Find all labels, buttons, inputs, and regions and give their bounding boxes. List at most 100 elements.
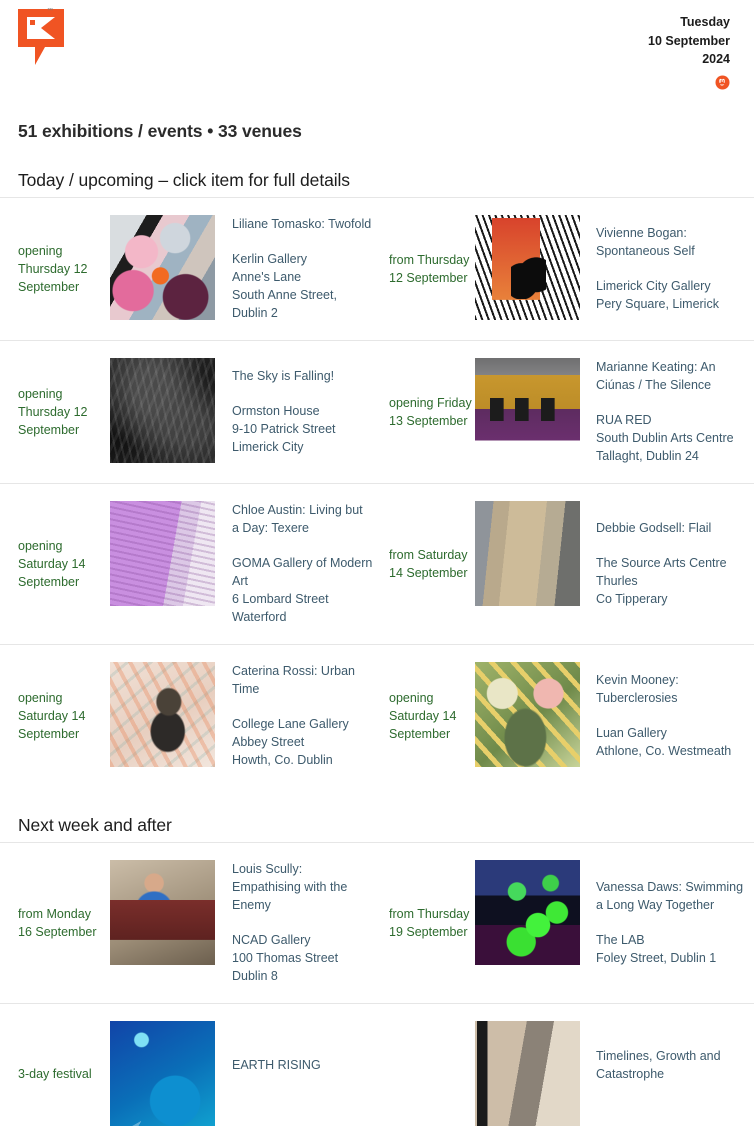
table-row: opening Thursday 12 September Liliane To… <box>0 197 754 340</box>
event-thumbnail[interactable] <box>110 1021 215 1126</box>
event-details: Timelines, Growth and Catastrophe <box>596 1047 746 1100</box>
event-thumbnail[interactable] <box>110 662 215 767</box>
event-date-line: opening <box>18 538 63 553</box>
event-title: Marianne Keating: An Ciúnas / The Silenc… <box>596 360 716 392</box>
event-card[interactable]: from Thursday 12 September Vivienne Boga… <box>377 197 754 340</box>
artwork-image <box>475 501 580 606</box>
section-heading-today: Today / upcoming – click item for full d… <box>18 170 350 190</box>
date-weekday: Tuesday <box>680 15 730 29</box>
event-card[interactable]: Timelines, Growth and Catastrophe <box>377 1003 754 1144</box>
event-date: opening Thursday 12 September <box>18 385 110 439</box>
event-venue: GOMA Gallery of Modern Art 6 Lombard Str… <box>232 554 373 626</box>
venue-line: Dublin 8 <box>232 969 278 983</box>
event-thumbnail[interactable] <box>110 501 215 606</box>
page-root: ™ Tuesday 10 September 2024 51 exhibitio… <box>0 0 754 1144</box>
event-thumbnail[interactable] <box>475 501 580 606</box>
event-details: Louis Scully: Empathising with the Enemy… <box>232 860 373 985</box>
event-card[interactable]: from Monday 16 September Louis Scully: E… <box>0 842 377 1003</box>
kunstpunkt-logo[interactable] <box>18 9 64 65</box>
event-title: Vanessa Daws: Swimming a Long Way Togeth… <box>596 880 744 912</box>
event-date-line: 14 September <box>389 565 468 580</box>
event-card[interactable]: from Saturday 14 September Debbie Godsel… <box>377 483 754 644</box>
event-details: Caterina Rossi: Urban Time College Lane … <box>232 662 373 769</box>
event-date-line: Thursday 12 <box>18 261 88 276</box>
venue-line: Kerlin Gallery <box>232 252 308 266</box>
event-details: Vanessa Daws: Swimming a Long Way Togeth… <box>596 878 746 967</box>
venue-line: Howth, Co. Dublin <box>232 753 333 767</box>
event-card[interactable]: 3-day festival EARTH RISING <box>0 1003 377 1144</box>
venue-line: NCAD Gallery <box>232 933 311 947</box>
date-year: 2024 <box>702 52 730 66</box>
today-list: opening Thursday 12 September Liliane To… <box>0 197 754 787</box>
event-card[interactable]: opening Saturday 14 September Chloe Aust… <box>0 483 377 644</box>
event-date-line: opening <box>389 690 434 705</box>
venue-line: Athlone, Co. Westmeath <box>596 744 732 758</box>
event-title: Chloe Austin: Living but a Day: Texere <box>232 503 363 535</box>
venue-line: College Lane Gallery <box>232 717 349 731</box>
event-title: Liliane Tomasko: Twofold <box>232 217 372 231</box>
artwork-image <box>110 215 215 320</box>
next-week-list: from Monday 16 September Louis Scully: E… <box>0 842 754 1144</box>
event-details: Chloe Austin: Living but a Day: Texere G… <box>232 501 373 626</box>
venue-line: The LAB <box>596 933 645 947</box>
event-card[interactable]: opening Thursday 12 September Liliane To… <box>0 197 377 340</box>
event-date-line: September <box>389 726 451 741</box>
event-thumbnail[interactable] <box>475 860 580 965</box>
venue-line: South Dublin Arts Centre <box>596 431 734 445</box>
event-details: Marianne Keating: An Ciúnas / The Silenc… <box>596 358 746 465</box>
event-thumbnail[interactable] <box>475 662 580 767</box>
event-title: Kevin Mooney: Tuberclerosies <box>596 673 679 705</box>
event-venue: Limerick City Gallery Pery Square, Limer… <box>596 277 746 313</box>
event-thumbnail[interactable] <box>475 358 580 463</box>
event-date-line: opening <box>18 386 63 401</box>
event-card[interactable]: from Thursday 19 September Vanessa Daws:… <box>377 842 754 1003</box>
event-title: Vivienne Bogan: Spontaneous Self <box>596 226 695 258</box>
event-date-line: September <box>18 574 80 589</box>
event-thumbnail[interactable] <box>110 358 215 463</box>
event-date: from Saturday 14 September <box>389 546 475 582</box>
event-thumbnail[interactable] <box>110 860 215 965</box>
venue-line: South Anne Street, Dublin 2 <box>232 288 337 320</box>
event-date: opening Thursday 12 September <box>18 242 110 296</box>
event-title: Timelines, Growth and Catastrophe <box>596 1049 721 1081</box>
current-date: Tuesday 10 September 2024 <box>648 13 730 69</box>
event-date-line: Thursday 12 <box>18 404 88 419</box>
event-thumbnail[interactable] <box>110 215 215 320</box>
mastodon-icon[interactable] <box>715 75 730 90</box>
venue-line: 6 Lombard Street <box>232 592 329 606</box>
event-date-line: 13 September <box>389 413 468 428</box>
event-date: 3-day festival <box>18 1065 110 1083</box>
event-date-line: from Monday <box>18 906 91 921</box>
event-date: opening Saturday 14 September <box>389 689 475 743</box>
event-venue: NCAD Gallery 100 Thomas Street Dublin 8 <box>232 931 373 985</box>
event-card[interactable]: opening Friday 13 September Marianne Kea… <box>377 340 754 483</box>
venue-line: Ormston House <box>232 404 320 418</box>
artwork-image <box>475 1021 580 1126</box>
event-date-line: from Thursday <box>389 252 470 267</box>
venue-line: Waterford <box>232 610 287 624</box>
date-daymonth: 10 September <box>648 33 730 48</box>
event-card[interactable]: opening Saturday 14 September Kevin Moon… <box>377 644 754 787</box>
event-date-line: opening Friday <box>389 395 472 410</box>
event-card[interactable]: opening Saturday 14 September Caterina R… <box>0 644 377 787</box>
event-date-line: Saturday 14 <box>389 708 457 723</box>
event-thumbnail[interactable] <box>475 215 580 320</box>
table-row: opening Saturday 14 September Chloe Aust… <box>0 483 754 644</box>
event-title: Debbie Godsell: Flail <box>596 521 712 535</box>
venue-line: 100 Thomas Street <box>232 951 339 965</box>
event-date-line: 12 September <box>389 270 468 285</box>
venue-line: RUA RED <box>596 413 652 427</box>
summary-counts: 51 exhibitions / events • 33 venues <box>18 121 302 141</box>
artwork-image <box>475 358 580 463</box>
event-venue: Ormston House 9-10 Patrick Street Limeri… <box>232 402 373 456</box>
venue-line: 9-10 Patrick Street <box>232 422 336 436</box>
event-title: EARTH RISING <box>232 1058 321 1072</box>
venue-line: Foley Street, Dublin 1 <box>596 951 717 965</box>
artwork-image <box>110 662 215 767</box>
venue-line: Luan Gallery <box>596 726 667 740</box>
trademark-mark: ™ <box>47 8 53 14</box>
event-date: from Thursday 12 September <box>389 251 475 287</box>
event-card[interactable]: opening Thursday 12 September The Sky is… <box>0 340 377 483</box>
event-thumbnail[interactable] <box>475 1021 580 1126</box>
event-date-line: from Thursday <box>389 906 470 921</box>
